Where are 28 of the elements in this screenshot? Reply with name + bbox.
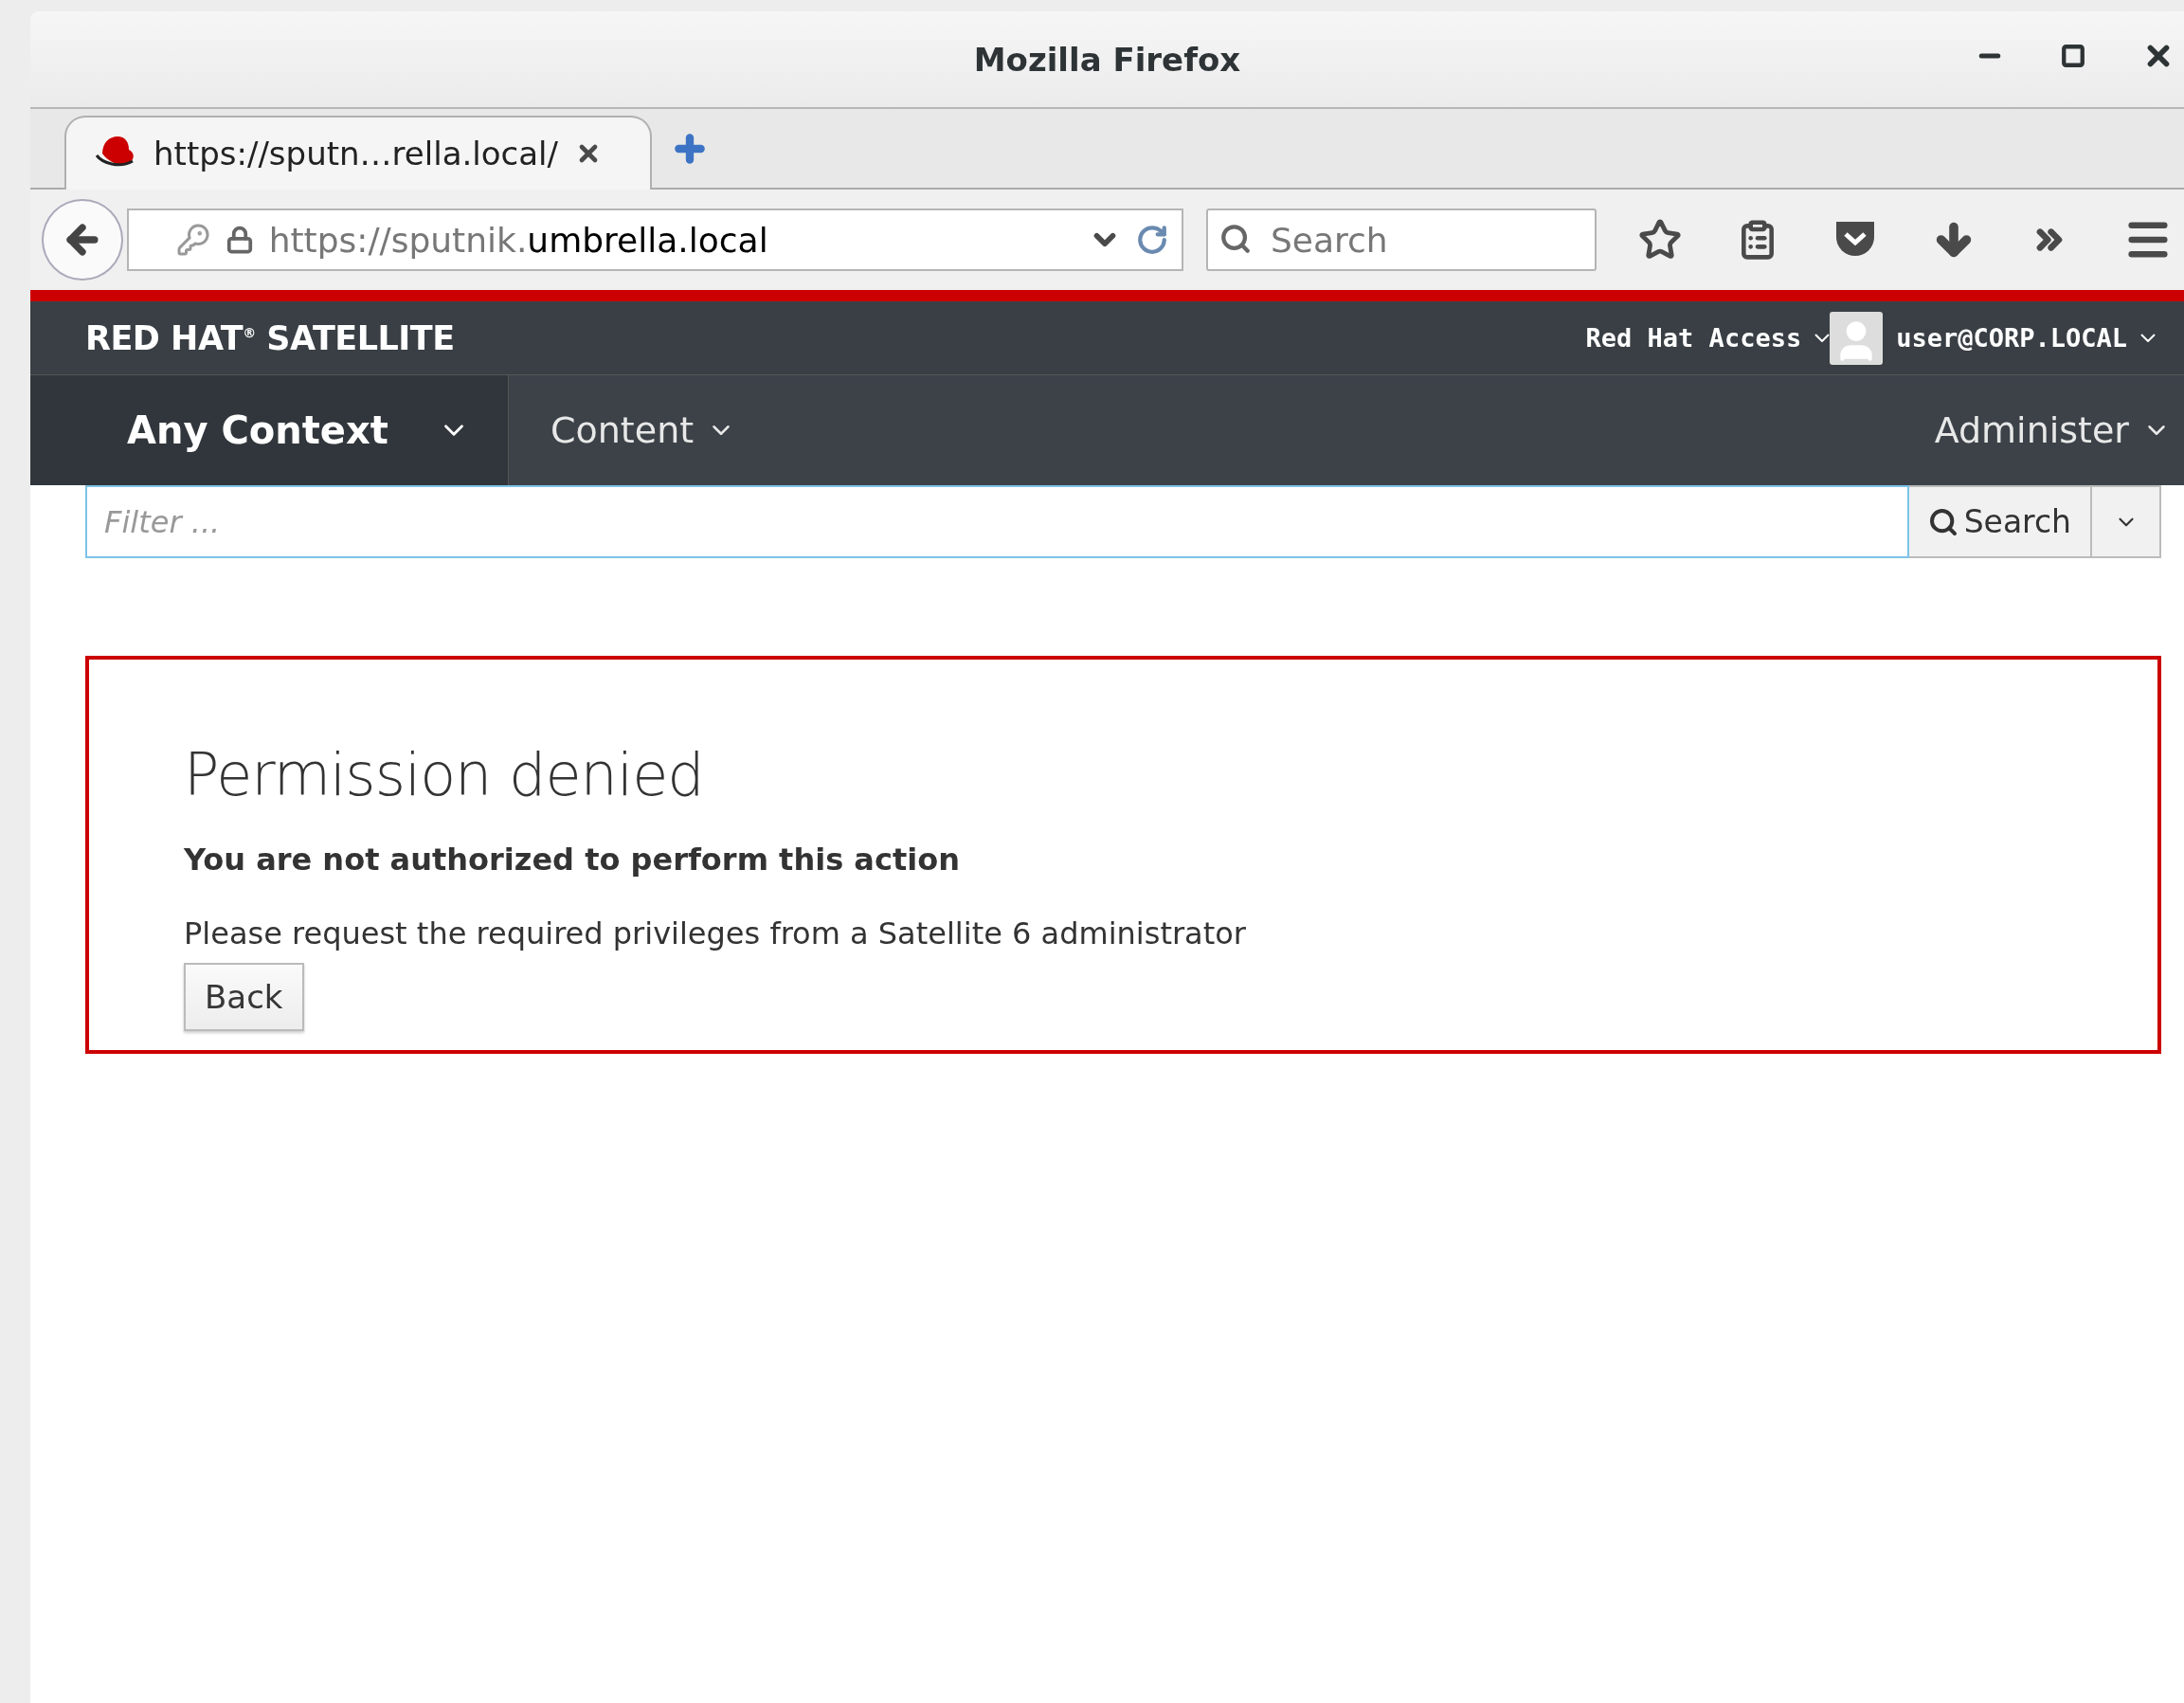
context-menu[interactable]: Any Context bbox=[30, 375, 509, 485]
address-bar[interactable]: https://sputnik.umbrella.local bbox=[126, 208, 1183, 271]
window-title: Mozilla Firefox bbox=[973, 40, 1241, 79]
reload-icon[interactable] bbox=[1136, 224, 1168, 256]
chevron-down-icon bbox=[1814, 334, 1831, 342]
filter-field[interactable]: Filter ... bbox=[85, 485, 1909, 558]
search-icon bbox=[1927, 506, 1958, 537]
nav-menu[interactable]: Content bbox=[509, 409, 749, 451]
lock-icon bbox=[225, 226, 254, 254]
nav-menu[interactable]: Administer bbox=[1892, 409, 2184, 451]
error-subtitle: You are not authorized to perform this action bbox=[184, 842, 960, 878]
browser-tab[interactable]: https://sputn…rella.local/ bbox=[64, 116, 652, 190]
chevron-down-icon bbox=[2140, 334, 2156, 342]
avatar-icon bbox=[1830, 311, 1884, 365]
error-message: Please request the required privileges from a Satellite 6 administrator bbox=[184, 915, 1246, 951]
back-button[interactable]: Back bbox=[184, 963, 304, 1031]
error-title: Permission denied bbox=[184, 740, 704, 809]
url-text: https://sputnik.umbrella.local bbox=[268, 220, 769, 260]
maximize-icon[interactable] bbox=[2061, 44, 2085, 68]
brand-logo: RED HAT$^{®}$ SATELLITE bbox=[85, 318, 456, 357]
search-button[interactable]: Search bbox=[1908, 485, 2092, 558]
star-icon[interactable] bbox=[1638, 218, 1682, 262]
search-field[interactable]: Search bbox=[1206, 208, 1597, 271]
tab-title: https://sputn…rella.local/ bbox=[153, 135, 558, 172]
help-menu[interactable]: Red Hat Access bbox=[1585, 323, 1831, 353]
key-icon bbox=[175, 223, 210, 257]
user-menu[interactable]: user@CORP.LOCAL bbox=[1896, 323, 2156, 353]
search-icon bbox=[1219, 223, 1252, 255]
